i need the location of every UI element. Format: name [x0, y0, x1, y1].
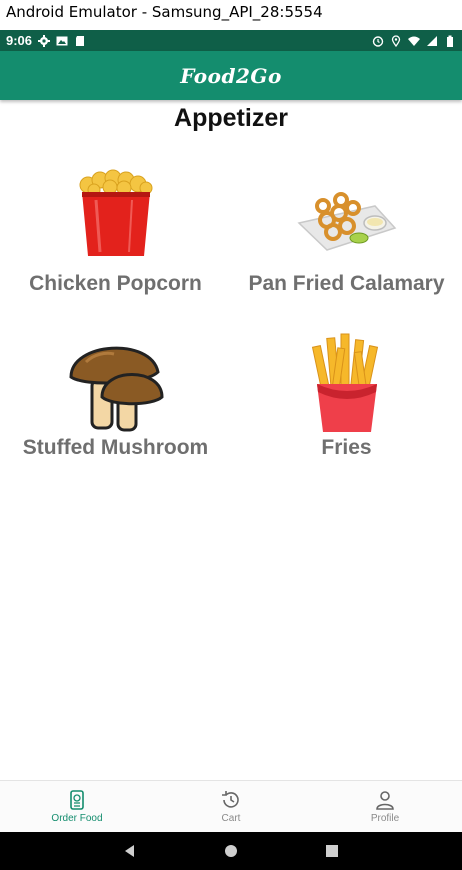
sd-card-icon	[76, 35, 85, 46]
item-name: Stuffed Mushroom	[22, 436, 209, 459]
nav-order-food[interactable]: Order Food	[0, 781, 154, 832]
back-icon[interactable]	[122, 843, 138, 859]
system-nav-bar	[0, 832, 462, 870]
wifi-icon	[408, 36, 420, 46]
menu-item-fries[interactable]: Fries	[231, 332, 462, 460]
status-bar: 9:06	[0, 30, 462, 51]
app-bar: Food2Go	[0, 51, 462, 100]
calamari-plate-icon	[296, 192, 396, 251]
nav-profile[interactable]: Profile	[308, 781, 462, 832]
order-food-icon	[70, 790, 84, 810]
menu-item-pan-fried-calamary[interactable]: Pan Fried Calamary	[231, 168, 462, 296]
menu-item-stuffed-mushroom[interactable]: Stuffed Mushroom	[0, 332, 231, 460]
page-title: Appetizer	[174, 104, 288, 132]
window-title: Android Emulator - Samsung_API_28:5554	[0, 0, 462, 30]
image-icon	[56, 36, 68, 45]
mushroom-icon	[68, 346, 164, 432]
item-name: Fries	[321, 436, 372, 459]
location-icon	[391, 34, 401, 47]
gear-icon	[38, 34, 51, 47]
item-name: Pan Fried Calamary	[248, 272, 445, 295]
alarm-icon	[372, 35, 384, 47]
bottom-nav: Order Food Cart Profile	[0, 780, 462, 832]
item-name: Chicken Popcorn	[29, 272, 202, 295]
person-icon	[376, 791, 394, 810]
battery-icon	[447, 35, 453, 47]
history-icon	[222, 791, 239, 808]
recents-icon[interactable]	[324, 843, 340, 859]
home-icon[interactable]	[223, 843, 239, 859]
status-time: 9:06	[6, 33, 33, 48]
nav-label: Profile	[370, 813, 400, 824]
nav-label: Cart	[221, 813, 241, 824]
signal-icon	[427, 35, 437, 46]
nav-label: Order Food	[51, 813, 103, 824]
fries-icon	[311, 333, 378, 432]
nav-cart[interactable]: Cart	[154, 781, 308, 832]
app-title: Food2Go	[180, 63, 282, 88]
menu-item-chicken-popcorn[interactable]: Chicken Popcorn	[0, 168, 231, 296]
popcorn-bucket-icon	[79, 169, 152, 256]
